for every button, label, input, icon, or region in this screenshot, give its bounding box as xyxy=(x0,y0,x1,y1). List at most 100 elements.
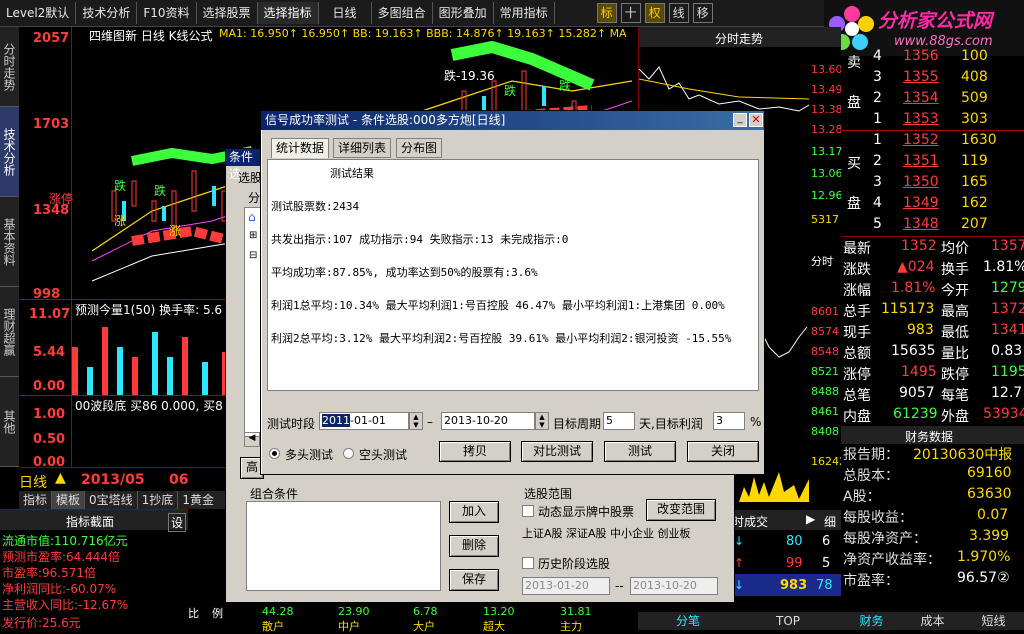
tab-finance[interactable]: 财务 xyxy=(841,612,902,630)
history-from-input[interactable]: 2013-01-20 xyxy=(522,577,610,595)
menu-tech-analysis[interactable]: 技术分析 xyxy=(76,2,138,24)
lower-val-6: 8461 xyxy=(811,405,839,418)
sell-row-2[interactable]: 2 1354 509 xyxy=(841,90,1021,111)
result-line-1: 测试股票数:2434 xyxy=(271,200,360,213)
close-button[interactable]: 关闭 xyxy=(687,441,759,462)
down-arrow-icon: ↓ xyxy=(734,534,745,548)
change-range-button[interactable]: 改变范围 xyxy=(646,499,716,521)
add-button[interactable]: 加入 xyxy=(449,501,499,523)
radio-long[interactable] xyxy=(269,448,280,459)
buy-row-2[interactable]: 2 1351 119 xyxy=(841,153,1021,174)
dynamic-checkbox[interactable] xyxy=(522,505,534,517)
tree-scroll-left[interactable]: ◀ xyxy=(244,432,260,447)
nav-finance[interactable]: 理财超赢 xyxy=(0,287,19,377)
index-panel-set[interactable]: 设 xyxy=(168,513,187,532)
tab-short[interactable]: 短线 xyxy=(963,612,1024,630)
radio-short[interactable] xyxy=(343,448,354,459)
day-label: 日线 xyxy=(19,475,47,491)
tab-ticks[interactable]: 分笔 xyxy=(638,612,738,630)
collapse-icon[interactable]: ⊟ xyxy=(249,250,257,261)
date-from-spinner[interactable]: ▲ ▼ xyxy=(409,412,423,430)
move-icon[interactable]: 移 xyxy=(692,3,713,23)
nav-minute[interactable]: 分时走势 xyxy=(0,27,19,107)
sell-row-3[interactable]: 3 1355 408 xyxy=(841,69,1021,90)
annotation-6: 跌 xyxy=(504,84,517,98)
nav-technical[interactable]: 技术分析 xyxy=(0,107,19,197)
history-checkbox[interactable] xyxy=(522,557,534,569)
date-label-2: 06 xyxy=(169,472,189,488)
mark-icon[interactable]: 标 xyxy=(596,3,617,23)
lower-val-5: 8488 xyxy=(811,385,839,398)
history-checkbox-label[interactable]: 历史阶段选股 xyxy=(538,555,610,572)
lower-val-1: 8601 xyxy=(811,305,839,318)
stat-row-latest: 最新 1352 均价 1357 xyxy=(843,238,1024,257)
tab-bottom[interactable]: 1抄底 xyxy=(138,491,179,509)
menu-common-indicators[interactable]: 常用指标 xyxy=(494,2,555,24)
stats-panel: 最新 1352 均价 1357 涨跌 ▲024 换手 1.81% 涨幅 1.81% 今开 1279… xyxy=(841,236,1024,426)
menu-select-indicator[interactable]: 选择指标 xyxy=(257,2,319,24)
menu-f10[interactable]: F10资料 xyxy=(137,2,197,24)
expand-icon[interactable]: ⊞ xyxy=(249,230,257,241)
nav-other[interactable]: 其他 xyxy=(0,377,19,467)
history-to-input[interactable]: 2013-10-20 xyxy=(630,577,718,595)
tab-pagoda[interactable]: 0宝塔线 xyxy=(85,491,138,509)
date-from-input[interactable]: 2011-01-01 xyxy=(319,412,409,430)
ticks-detail[interactable]: 细 xyxy=(824,513,836,530)
buy-row-5[interactable]: 5 1348 207 xyxy=(841,216,1021,237)
tick-v2-3: 78 xyxy=(816,578,833,593)
ratio-val-5: 31.81 xyxy=(560,605,592,618)
stat-row-change: 涨跌 ▲024 换手 1.81% xyxy=(843,259,1024,278)
period-label: 测试时段 xyxy=(267,417,316,431)
radio-short-label[interactable]: 空头测试 xyxy=(359,446,407,463)
tab-top[interactable]: TOP xyxy=(738,612,838,630)
down-arrow-icon-2: ↓ xyxy=(734,578,745,592)
delete-button[interactable]: 删除 xyxy=(449,535,499,557)
minute-price-3: 13.38 xyxy=(811,103,843,116)
draw-line-icon[interactable]: 线 xyxy=(668,3,689,23)
book-divider xyxy=(841,130,1024,131)
dynamic-checkbox-label[interactable]: 动态显示牌中股票 xyxy=(538,503,634,520)
compare-test-button[interactable]: 对比测试 xyxy=(521,441,593,462)
tab-distribution[interactable]: 分布图 xyxy=(396,138,443,158)
sell-row-1[interactable]: 1 1353 303 xyxy=(841,111,1021,132)
menu-level2[interactable]: Level2默认 xyxy=(0,2,77,24)
stat-row-inout: 内盘 61239 外盘 53934 xyxy=(843,406,1024,425)
close-icon[interactable]: ✕ xyxy=(749,113,763,127)
logo-url: www.88gs.com xyxy=(894,34,993,49)
buy-row-4[interactable]: 4 1349 162 xyxy=(841,195,1021,216)
condition-tab-select[interactable]: 选股 xyxy=(238,169,262,186)
ticks-header: 时成交 ▶ 细 xyxy=(730,510,841,530)
menu-multi-chart[interactable]: 多图组合 xyxy=(372,2,433,24)
tab-indicator[interactable]: 指标 xyxy=(19,491,53,509)
condition-tab-sub[interactable]: 分 xyxy=(248,189,260,206)
menu-select-stock[interactable]: 选择股票 xyxy=(197,2,258,24)
target-period-input[interactable]: 5 xyxy=(603,412,635,430)
minimize-icon[interactable]: _ xyxy=(733,113,747,127)
index-panel-header: 指标截面 设 xyxy=(0,510,188,532)
crosshair-icon[interactable]: 十 xyxy=(620,3,641,23)
menu-overlay[interactable]: 图形叠加 xyxy=(433,2,494,24)
date-to-spinner[interactable]: ▲ ▼ xyxy=(535,412,549,430)
test-button[interactable]: 测试 xyxy=(604,441,676,462)
menu-day-line[interactable]: 日线 xyxy=(319,2,372,24)
rights-icon[interactable]: 权 xyxy=(644,3,665,23)
lower-val-2: 8574 xyxy=(811,325,839,338)
copy-button[interactable]: 拷贝 xyxy=(439,441,511,462)
stat-row-amount: 总额 15635 量比 0.83 xyxy=(843,343,1023,362)
buy-row-1[interactable]: 1 1352 1630 xyxy=(841,132,1021,153)
buy-row-3[interactable]: 3 1350 165 xyxy=(841,174,1021,195)
tab-template[interactable]: 模板 xyxy=(52,491,86,509)
tab-gold[interactable]: 1黄金 xyxy=(178,491,218,509)
tab-cost[interactable]: 成本 xyxy=(902,612,963,630)
nav-basic[interactable]: 基本资料 xyxy=(0,197,19,287)
save-button[interactable]: 保存 xyxy=(449,569,499,591)
tab-detail-list[interactable]: 详细列表 xyxy=(333,138,392,158)
target-profit-input[interactable]: 3 xyxy=(713,412,745,430)
play-icon[interactable]: ▶ xyxy=(806,512,815,526)
radio-long-label[interactable]: 多头测试 xyxy=(285,446,333,463)
result-textbox[interactable]: 测试结果 测试股票数:2434 共发出指示:107 成功指示:94 失败指示:1… xyxy=(267,159,759,391)
fin-pe: 市盈率： 96.57② xyxy=(843,570,1010,589)
combo-list[interactable] xyxy=(246,501,441,591)
tab-statistics[interactable]: 统计数据 xyxy=(271,138,330,158)
date-to-input[interactable]: 2013-10-20 xyxy=(441,412,535,430)
